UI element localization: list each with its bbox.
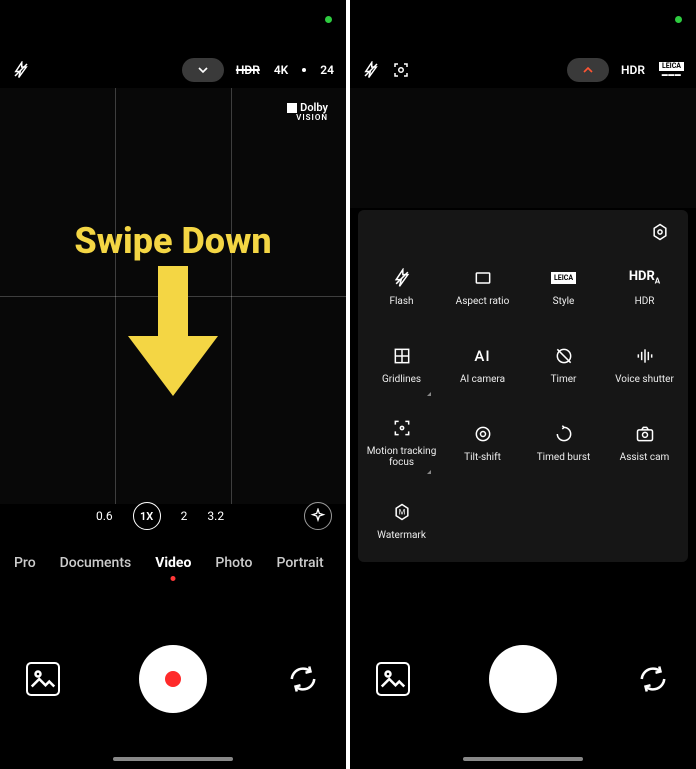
gallery-button[interactable] [26,662,60,696]
settings-item-label: Tilt-shift [460,452,505,463]
mode-pro[interactable]: Pro [14,555,36,571]
settings-item-grid[interactable]: Gridlines [362,326,441,402]
flash-off-icon[interactable] [12,61,30,79]
settings-item-label: Timer [547,374,581,385]
resolution-label[interactable]: 4K [274,63,288,77]
switch-camera-button[interactable] [286,662,320,696]
mode-portrait[interactable]: Portrait [277,555,324,571]
camera-viewfinder[interactable]: Dolby VISION Swipe Down [0,88,346,504]
settings-item-leica[interactable]: LEICA Style [524,248,603,324]
separator-dot-icon [302,68,306,72]
aspect-icon [471,266,495,290]
ai-icon: AI [471,344,495,368]
shutter-record-button[interactable] [139,645,207,713]
zoom-level[interactable]: 0.6 [96,509,113,523]
flash-off-icon[interactable] [362,61,380,79]
settings-item-label: Motion tracking focus [362,446,441,468]
settings-item-label: HDR [631,296,659,307]
tilt-icon [471,422,495,446]
mode-video[interactable]: Video [155,555,191,571]
settings-item-empty [443,482,522,558]
settings-item-empty [605,482,684,558]
leica-icon: LEICA [552,266,576,290]
settings-item-flash[interactable]: Flash [362,248,441,324]
zoom-levels: 0.6 1X 2 3.2 [96,502,224,530]
settings-gear-icon[interactable] [650,222,670,242]
settings-item-empty [524,482,603,558]
settings-item-ai[interactable]: AI AI camera [443,326,522,402]
zoom-level-active[interactable]: 1X [133,502,161,530]
flash-icon [390,266,414,290]
settings-item-label: Aspect ratio [452,296,514,307]
settings-item-label: Style [549,296,579,307]
expand-corner-icon [427,392,431,396]
gallery-button[interactable] [376,662,410,696]
mode-documents[interactable]: Documents [60,555,132,571]
settings-item-timer[interactable]: Timer [524,326,603,402]
fps-label[interactable]: 24 [320,63,334,77]
dolby-vision-badge: Dolby VISION [287,102,328,123]
hdr-toggle[interactable]: HDR [236,63,260,77]
top-bar: HDR 4K 24 [0,52,346,88]
focus-frame-icon[interactable] [392,61,410,79]
grid-icon [390,344,414,368]
switch-camera-button[interactable] [636,662,670,696]
quick-settings-panel: Flash Aspect ratio LEICA Style HDRA HDR Gridli… [358,210,688,562]
bottom-controls [350,639,696,719]
motion-icon [390,416,414,440]
camera-viewfinder[interactable] [350,88,696,208]
collapse-chevron-button[interactable] [567,58,609,82]
camera-mode-strip[interactable]: Pro Documents Video Photo Portrait N [0,543,346,583]
settings-item-label: Watermark [373,530,430,541]
settings-item-label: Timed burst [533,452,595,463]
zoom-level[interactable]: 2 [181,509,188,523]
settings-item-burst[interactable]: Timed burst [524,404,603,480]
expand-chevron-button[interactable] [182,58,224,82]
mode-photo[interactable]: Photo [215,555,252,571]
settings-item-label: Flash [385,296,417,307]
svg-text:M: M [398,507,405,516]
settings-item-hdr[interactable]: HDRA HDR [605,248,684,324]
zoom-level[interactable]: 3.2 [207,509,224,523]
phone-right: HDR LEICA ▬▬▬ Flash Aspect ratio LEICA Styl… [350,0,696,769]
assist-icon [633,422,657,446]
hdr-toggle[interactable]: HDR [621,63,645,77]
settings-item-aspect[interactable]: Aspect ratio [443,248,522,324]
hdr-icon: HDRA [633,266,657,290]
home-indicator[interactable] [113,757,233,761]
filters-button[interactable] [304,502,332,530]
bottom-controls [0,639,346,719]
settings-item-label: Voice shutter [611,374,678,385]
voice-icon [633,344,657,368]
settings-item-label: Gridlines [378,374,425,385]
annotation-text: Swipe Down [0,220,346,262]
settings-grid: Flash Aspect ratio LEICA Style HDRA HDR Gridli… [362,248,684,558]
settings-item-assist[interactable]: Assist cam [605,404,684,480]
settings-item-label: AI camera [456,374,509,385]
record-dot-icon [165,671,181,687]
settings-item-voice[interactable]: Voice shutter [605,326,684,402]
swipe-down-arrow-icon [123,266,223,396]
settings-item-tilt[interactable]: Tilt-shift [443,404,522,480]
zoom-controls: 0.6 1X 2 3.2 [0,497,346,535]
watermark-icon: M [390,500,414,524]
status-indicator-dot [675,16,682,23]
burst-icon [552,422,576,446]
shutter-photo-button[interactable] [489,645,557,713]
leica-badge[interactable]: LEICA ▬▬▬ [659,62,684,78]
settings-item-label: Assist cam [616,452,674,463]
settings-item-watermark[interactable]: M Watermark [362,482,441,558]
expand-corner-icon [427,470,431,474]
settings-item-motion[interactable]: Motion tracking focus [362,404,441,480]
timer-icon [552,344,576,368]
home-indicator[interactable] [463,757,583,761]
top-bar: HDR LEICA ▬▬▬ [350,52,696,88]
status-indicator-dot [325,16,332,23]
phone-left: HDR 4K 24 Dolby VISION Swipe Down 0.6 1X… [0,0,346,769]
